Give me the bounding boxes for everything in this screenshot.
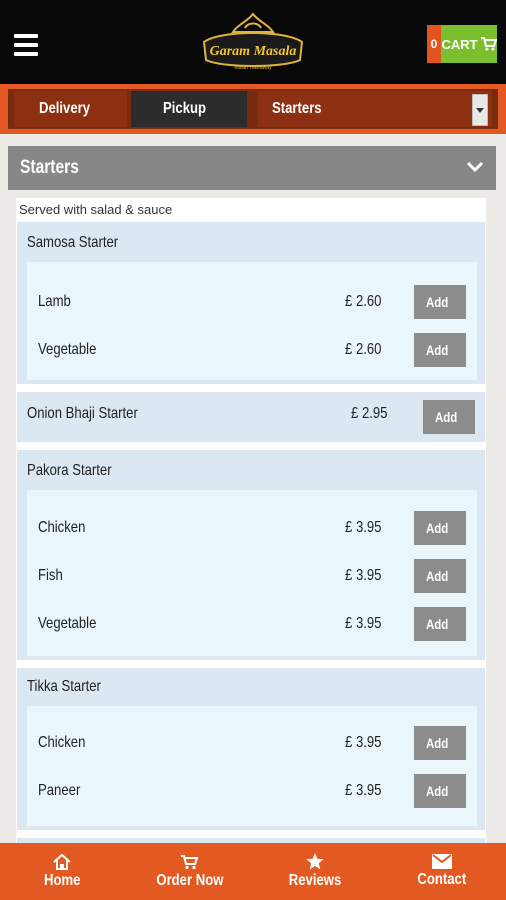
item-name: Vegetable bbox=[38, 341, 97, 358]
item-name: Chicken bbox=[38, 734, 86, 751]
section-header[interactable]: Starters bbox=[8, 146, 496, 190]
group-items: Chicken £ 3.95 Add Fish £ 3.95 Add Veget… bbox=[27, 490, 477, 656]
nav-home-label: Home bbox=[43, 871, 81, 889]
item-price: £ 3.95 bbox=[345, 615, 382, 632]
logo[interactable]: Garam Masala Indian Takeaway bbox=[200, 12, 306, 72]
add-button[interactable]: Add bbox=[414, 333, 466, 367]
group-items: Chicken £ 3.95 Add Paneer £ 3.95 Add bbox=[27, 706, 477, 826]
menu-group-samosa: Samosa Starter Lamb £ 2.60 Add Vegetable… bbox=[17, 222, 485, 384]
item-name: Paneer bbox=[38, 782, 81, 799]
item-price: £ 3.95 bbox=[345, 782, 382, 799]
item-name: Lamb bbox=[38, 293, 71, 310]
nav-contact-label: Contact bbox=[417, 871, 467, 888]
order-type-toolbar: Delivery Pickup Starters bbox=[0, 84, 506, 134]
nav-reviews[interactable]: Reviews bbox=[272, 843, 358, 900]
add-button-label: Add bbox=[426, 520, 449, 536]
add-button-label: Add bbox=[426, 342, 449, 358]
category-select-value: Starters bbox=[272, 100, 322, 117]
item-price: £ 3.95 bbox=[345, 734, 382, 751]
section-title: Starters bbox=[20, 157, 79, 178]
home-icon bbox=[53, 853, 71, 870]
add-button[interactable]: Add bbox=[414, 559, 466, 593]
item-name: Fish bbox=[38, 567, 63, 584]
tab-delivery[interactable]: Delivery bbox=[14, 91, 127, 127]
add-button[interactable]: Add bbox=[414, 511, 466, 545]
category-select[interactable]: Starters bbox=[258, 91, 492, 127]
nav-contact[interactable]: Contact bbox=[398, 843, 486, 900]
add-button[interactable]: Add bbox=[414, 726, 466, 760]
add-button-label: Add bbox=[426, 568, 449, 584]
tab-pickup-label: Pickup bbox=[162, 100, 206, 117]
add-button[interactable]: Add bbox=[414, 285, 466, 319]
menu-icon[interactable] bbox=[14, 34, 38, 56]
cart-icon bbox=[480, 37, 497, 51]
item-price: £ 2.60 bbox=[345, 341, 382, 358]
group-title: Tikka Starter bbox=[27, 678, 101, 695]
add-button-label: Add bbox=[426, 735, 449, 751]
list-item: Vegetable £ 3.95 Add bbox=[27, 600, 477, 648]
cart-count: 0 bbox=[427, 25, 441, 63]
menu-group-pakora: Pakora Starter Chicken £ 3.95 Add Fish £… bbox=[17, 450, 485, 660]
item-name: Chicken bbox=[38, 519, 86, 536]
tab-pickup[interactable]: Pickup bbox=[131, 91, 247, 127]
group-title: Samosa Starter bbox=[27, 234, 119, 251]
item-name: Vegetable bbox=[38, 615, 97, 632]
item-price: £ 3.95 bbox=[345, 567, 382, 584]
bottom-nav: Home Order Now Reviews Contact bbox=[0, 843, 506, 900]
star-icon bbox=[306, 853, 324, 870]
group-title: Onion Bhaji Starter bbox=[27, 405, 138, 422]
list-item: Vegetable £ 2.60 Add bbox=[27, 326, 477, 374]
logo-subtext: Indian Takeaway bbox=[234, 65, 272, 71]
tab-delivery-label: Delivery bbox=[39, 100, 91, 117]
cart-button[interactable]: 0 CART bbox=[427, 25, 497, 63]
list-item: Lamb £ 2.60 Add bbox=[27, 278, 477, 326]
add-button-label: Add bbox=[426, 616, 449, 632]
add-button-label: Add bbox=[426, 783, 449, 799]
add-button-label: Add bbox=[435, 409, 458, 425]
item-price: £ 2.95 bbox=[351, 405, 388, 422]
menu-list: Served with salad & sauce Samosa Starter… bbox=[16, 198, 486, 858]
group-title: Pakora Starter bbox=[27, 462, 112, 479]
nav-reviews-label: Reviews bbox=[288, 872, 342, 889]
section-note: Served with salad & sauce bbox=[19, 202, 173, 217]
item-price: £ 3.95 bbox=[345, 519, 382, 536]
select-arrow-icon[interactable] bbox=[472, 94, 488, 126]
app-header: Garam Masala Indian Takeaway 0 CART bbox=[0, 0, 506, 84]
item-price: £ 2.60 bbox=[345, 293, 382, 310]
mail-icon bbox=[432, 854, 452, 869]
nav-order-now-label: Order Now bbox=[156, 871, 224, 889]
list-item: Paneer £ 3.95 Add bbox=[27, 767, 477, 815]
add-button[interactable]: Add bbox=[414, 607, 466, 641]
list-item: Chicken £ 3.95 Add bbox=[27, 504, 477, 552]
nav-home[interactable]: Home bbox=[20, 843, 104, 900]
menu-group-onion-bhaji: Onion Bhaji Starter £ 2.95 Add bbox=[17, 392, 485, 442]
cart-icon bbox=[181, 854, 199, 869]
add-button[interactable]: Add bbox=[423, 400, 475, 434]
cart-label: CART bbox=[441, 36, 478, 52]
chevron-down-icon[interactable] bbox=[466, 160, 484, 174]
logo-text: Garam Masala bbox=[210, 44, 297, 59]
list-item: Chicken £ 3.95 Add bbox=[27, 719, 477, 767]
menu-group-tikka: Tikka Starter Chicken £ 3.95 Add Paneer … bbox=[17, 668, 485, 830]
nav-order-now[interactable]: Order Now bbox=[140, 843, 240, 900]
add-button[interactable]: Add bbox=[414, 774, 466, 808]
add-button-label: Add bbox=[426, 294, 449, 310]
group-items: Lamb £ 2.60 Add Vegetable £ 2.60 Add bbox=[27, 262, 477, 380]
list-item: Fish £ 3.95 Add bbox=[27, 552, 477, 600]
